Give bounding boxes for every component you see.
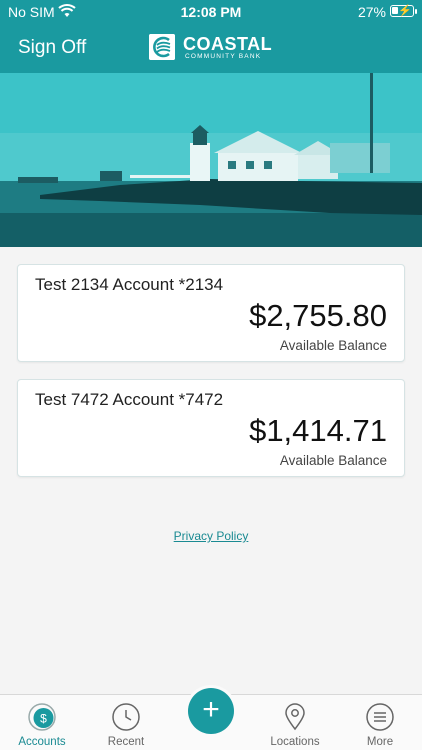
account-name: Test 7472 Account *7472 [35, 390, 224, 409]
logo-subtitle: COMMUNITY BANK [185, 53, 262, 60]
map-pin-icon [285, 703, 305, 731]
account-card-2[interactable]: Test 7472 Account *7472 $1,414.71 Availa… [17, 379, 405, 477]
tab-more[interactable]: More [338, 695, 422, 750]
account-card-1[interactable]: Test 2134 Account *2134 $2,755.80 Availa… [17, 264, 405, 362]
logo-mark-icon [149, 34, 175, 60]
dollar-icon: $ [28, 703, 56, 731]
plus-icon: + [202, 693, 220, 726]
account-balance: $2,755.80 [249, 298, 387, 333]
privacy-policy-link[interactable]: Privacy Policy [0, 529, 422, 543]
menu-icon [366, 703, 394, 731]
tab-locations[interactable]: Locations [252, 695, 338, 750]
account-balance: $1,414.71 [249, 413, 387, 448]
status-bar: No SIM 12:08 PM 27% ⚡ [0, 0, 422, 24]
bank-logo: COASTAL COMMUNITY BANK [149, 34, 275, 62]
logo-name: COASTAL [183, 34, 273, 54]
tab-label: More [366, 736, 394, 748]
balance-label: Available Balance [279, 338, 387, 353]
clock-icon [112, 703, 140, 731]
battery-percent: 27% [357, 4, 386, 20]
lighthouse-scene [0, 73, 422, 247]
top-bar: No SIM 12:08 PM 27% ⚡ Sign Off COASTAL C… [0, 0, 422, 73]
battery-icon: ⚡ [390, 5, 417, 17]
tab-label: Locations [270, 736, 320, 748]
tab-accounts[interactable]: $ Accounts [0, 695, 84, 750]
balance-label: Available Balance [279, 453, 387, 468]
svg-text:$: $ [40, 712, 47, 726]
tab-label: Recent [107, 736, 145, 748]
hero-image-lighthouse [0, 73, 422, 247]
account-name: Test 2134 Account *2134 [35, 275, 224, 294]
add-button[interactable]: + [188, 688, 234, 734]
sign-off-button[interactable]: Sign Off [18, 37, 86, 59]
tab-recent[interactable]: Recent [84, 695, 168, 750]
tab-label: Accounts [18, 736, 66, 748]
